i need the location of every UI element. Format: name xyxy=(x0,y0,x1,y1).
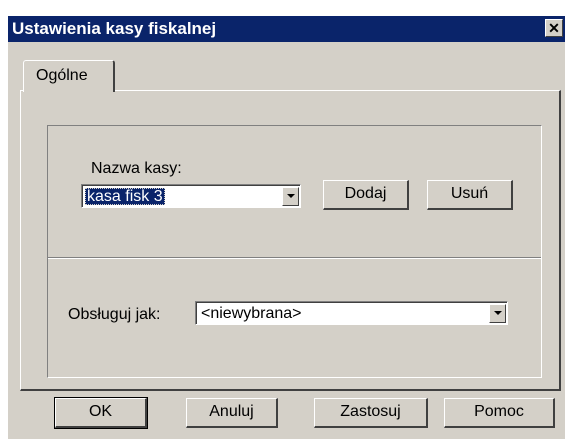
register-name-combo[interactable]: kasa fisk 3 xyxy=(81,184,301,208)
register-name-combo-field: kasa fisk 3 xyxy=(82,185,300,207)
handling-combo[interactable]: <niewybrana> xyxy=(195,301,508,325)
tab-general-label: Ogólne xyxy=(36,67,88,84)
add-button[interactable]: Dodaj xyxy=(323,180,409,210)
title-bar[interactable]: Ustawienia kasy fiskalnej ✕ xyxy=(8,16,565,42)
window-title: Ustawienia kasy fiskalnej xyxy=(12,19,217,38)
handling-value: <niewybrana> xyxy=(201,305,302,322)
apply-button[interactable]: Zastosuj xyxy=(314,398,428,428)
chevron-down-icon xyxy=(494,311,502,315)
handling-label: Obsługuj jak: xyxy=(68,306,161,323)
settings-group: Nazwa kasy: kasa fisk 3 Dodaj Usuń Obsłu… xyxy=(47,125,542,378)
ok-button[interactable]: OK xyxy=(54,397,148,429)
handling-dropdown-button[interactable] xyxy=(489,304,506,323)
handling-combo-field: <niewybrana> xyxy=(196,302,507,324)
remove-button[interactable]: Usuń xyxy=(427,180,513,210)
close-button[interactable]: ✕ xyxy=(545,19,563,37)
dialog-window: Ustawienia kasy fiskalnej ✕ Ogólne Nazwa… xyxy=(8,16,565,439)
group-separator xyxy=(48,257,541,259)
tab-page-general: Nazwa kasy: kasa fisk 3 Dodaj Usuń Obsłu… xyxy=(20,90,561,391)
tab-general[interactable]: Ogólne xyxy=(23,60,115,92)
register-name-label: Nazwa kasy: xyxy=(91,160,182,177)
help-button[interactable]: Pomoc xyxy=(444,398,555,428)
cancel-button[interactable]: Anuluj xyxy=(186,398,278,428)
close-icon: ✕ xyxy=(548,20,560,36)
chevron-down-icon xyxy=(287,194,295,198)
register-name-dropdown-button[interactable] xyxy=(282,187,299,206)
register-name-value: kasa fisk 3 xyxy=(85,188,165,205)
